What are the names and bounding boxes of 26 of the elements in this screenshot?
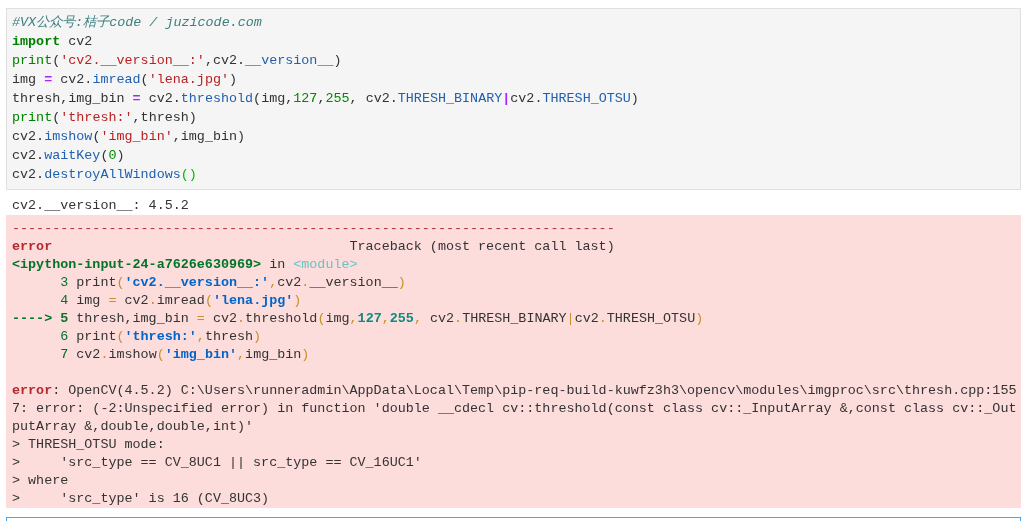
traceback-line: --------------------------------------------------------------------------- — [12, 220, 616, 238]
error-message-line: > where — [12, 472, 70, 490]
error-message-line: > THRESH_OTSU mode: — [12, 436, 166, 454]
traceback-line: 4 img = cv2.imread('lena.jpg') — [59, 292, 303, 310]
code-line: cv2.destroyAllWindows() — [12, 166, 198, 184]
code-line: cv2.waitKey(0) — [12, 147, 126, 165]
code-line: print('thresh:',thresh) — [12, 109, 198, 127]
code-line: print('cv2.__version__:',cv2.__version__) — [12, 52, 343, 70]
traceback-line: <ipython-input-24-a7626e630969> in <module> — [12, 256, 359, 274]
error-message-line: error: OpenCV(4.5.2) C:\Users\runneradmin\AppData\Local\Temp\pip-req-build-kuwfz3h3\opencv\modules\imgproc\src\thresh.cpp:155 — [12, 382, 1018, 400]
code-line: img = cv2.imread('lena.jpg') — [12, 71, 239, 89]
traceback-line: 3 print('cv2.__version__:',cv2.__version__) — [59, 274, 407, 292]
code-line: #VX公众号:桔子code / juzicode.com — [12, 14, 263, 32]
code-line: thresh,img_bin = cv2.threshold(img,127,255, cv2.THRESH_BINARY|cv2.THRESH_OTSU) — [12, 90, 640, 108]
error-message-line: 7: error: (-2:Unspecified error) in function 'double __cdecl cv::threshold(const class cv::_InputArray &,const class cv::_Out — [12, 400, 1018, 418]
error-message-line: > 'src_type' is 16 (CV_8UC3) — [12, 490, 271, 508]
code-line: import cv2 — [12, 33, 94, 51]
output-line: cv2.__version__: 4.5.2 — [12, 197, 190, 215]
code-cell[interactable] — [6, 8, 1021, 190]
error-message-line: > 'src_type == CV_8UC1 || src_type == CV_16UC1' — [12, 454, 423, 472]
traceback-line: ----> 5 thresh,img_bin = cv2.threshold(img,127,255, cv2.THRESH_BINARY|cv2.THRESH_OTSU) — [12, 310, 705, 328]
traceback-line: 6 print('thresh:',thresh) — [59, 328, 263, 346]
code-line: cv2.imshow('img_bin',img_bin) — [12, 128, 247, 146]
traceback-line: 7 cv2.imshow('img_bin',img_bin) — [59, 346, 311, 364]
error-message-line: putArray &,double,double,int)' — [12, 418, 255, 436]
traceback-line: error Traceback (most recent call last) — [12, 238, 616, 256]
